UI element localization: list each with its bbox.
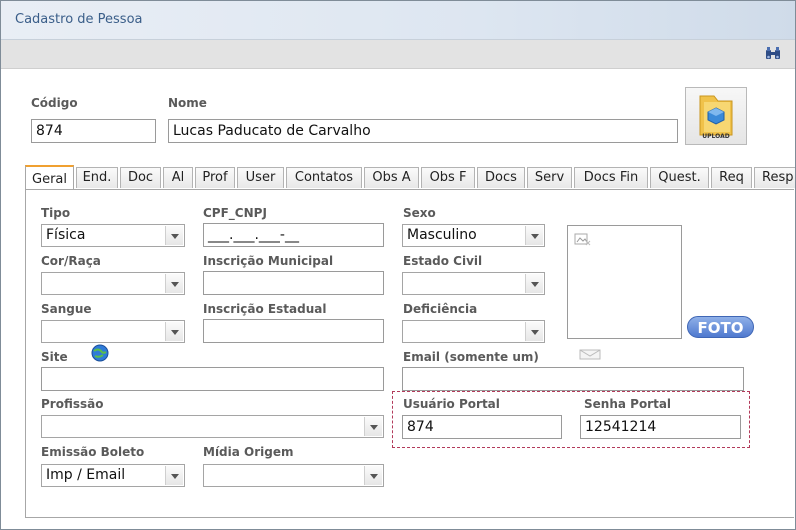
image-placeholder-icon [574,233,591,246]
emissao-value: Imp / Email [46,467,126,483]
sexo-value: Masculino [407,227,477,243]
insc-est-input[interactable] [203,319,384,343]
tab-geral[interactable]: Geral [25,165,74,190]
tab-serv[interactable]: Serv [527,167,572,188]
tab-end[interactable]: End. [76,167,118,188]
tab-user[interactable]: User [237,167,284,188]
senha-portal-input[interactable]: 12541214 [580,415,741,439]
tipo-value: Física [46,227,86,243]
tab-bar: Geral End. Doc Al Prof User Contatos Obs… [25,165,795,190]
tipo-label: Tipo [41,206,71,220]
binoculars-icon[interactable] [765,46,781,60]
cpf-label: CPF_CNPJ [203,206,267,220]
site-input[interactable] [41,367,384,391]
tab-docs[interactable]: Docs [477,167,525,188]
tab-docs-fin[interactable]: Docs Fin [574,167,648,188]
cpf-input[interactable]: ___.___.___-__ [203,223,384,247]
emissao-label: Emissão Boleto [41,445,145,459]
profissao-select[interactable] [41,415,384,438]
window-title: Cadastro de Pessoa [15,12,143,27]
sangue-label: Sangue [41,302,92,316]
title-bar: Cadastro de Pessoa [1,1,795,40]
tab-al[interactable]: Al [163,167,193,188]
email-label: Email (somente um) [403,350,539,364]
nome-input[interactable]: Lucas Paducato de Carvalho [168,119,678,143]
chevron-down-icon [165,274,183,293]
chevron-down-icon [165,322,183,341]
upload-button[interactable]: UPLOAD [685,87,747,145]
photo-frame [567,225,682,339]
emissao-select[interactable]: Imp / Email [41,464,185,487]
estado-civil-select[interactable] [402,272,545,295]
toolbar [1,40,795,69]
sexo-select[interactable]: Masculino [402,224,545,247]
site-label: Site [41,350,68,364]
deficiencia-select[interactable] [402,320,545,343]
foto-button[interactable]: FOTO [687,316,754,338]
usuario-portal-input[interactable]: 874 [402,415,562,439]
tab-obs-a[interactable]: Obs A [364,167,419,188]
deficiencia-label: Deficiência [403,302,478,316]
upload-text: UPLOAD [702,133,729,140]
envelope-icon[interactable] [579,348,601,360]
chevron-down-icon [364,417,382,436]
email-input[interactable] [402,367,744,391]
estado-civil-label: Estado Civil [403,254,483,268]
tab-obs-f[interactable]: Obs F [421,167,475,188]
sexo-label: Sexo [403,206,436,220]
cor-label: Cor/Raça [41,254,101,268]
cor-select[interactable] [41,272,185,295]
globe-icon[interactable] [91,344,109,362]
codigo-input[interactable]: 874 [31,119,156,143]
tab-contatos[interactable]: Contatos [286,167,362,188]
tab-resp[interactable]: Resp [754,167,795,188]
chevron-down-icon [525,226,543,245]
midia-label: Mídia Origem [203,445,294,459]
profissao-label: Profissão [41,397,104,411]
usuario-portal-label: Usuário Portal [403,397,500,411]
window: Cadastro de Pessoa Código 874 Nome Lucas… [0,0,796,530]
midia-select[interactable] [203,464,384,487]
codigo-label: Código [31,96,78,110]
insc-mun-input[interactable] [203,271,384,295]
tab-req[interactable]: Req [711,167,752,188]
chevron-down-icon [364,466,382,485]
tipo-select[interactable]: Física [41,224,185,247]
insc-mun-label: Inscrição Municipal [203,254,334,268]
nome-label: Nome [168,96,207,110]
chevron-down-icon [525,274,543,293]
upload-icon: UPLOAD [699,95,733,140]
tab-prof[interactable]: Prof [195,167,235,188]
tab-quest[interactable]: Quest. [650,167,709,188]
chevron-down-icon [165,226,183,245]
insc-est-label: Inscrição Estadual [203,302,327,316]
chevron-down-icon [165,466,183,485]
tab-doc[interactable]: Doc [120,167,161,188]
chevron-down-icon [525,322,543,341]
senha-portal-label: Senha Portal [584,397,672,411]
sangue-select[interactable] [41,320,185,343]
